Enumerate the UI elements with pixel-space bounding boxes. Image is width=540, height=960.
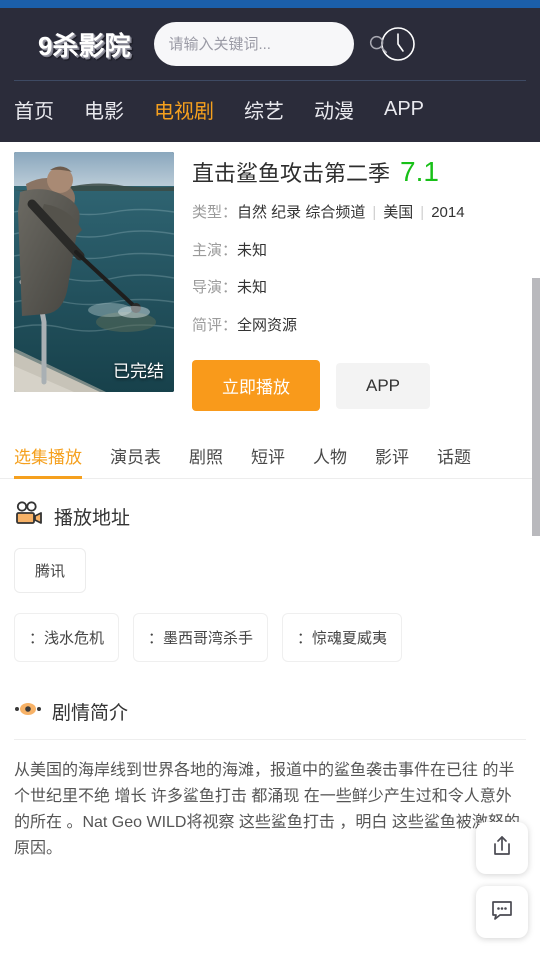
share-icon: [489, 833, 515, 864]
poster-status-badge: 已完结: [113, 362, 164, 381]
nav-item-app[interactable]: APP: [384, 98, 424, 121]
search-input[interactable]: [168, 35, 368, 53]
title-row: 直击鲨鱼攻击第二季 7.1: [192, 156, 526, 188]
episode-item-2[interactable]: ：墨西哥湾杀手: [133, 613, 269, 662]
tab-reviews[interactable]: 影评: [375, 443, 409, 478]
eye-icon: [14, 701, 42, 722]
meta-type-value[interactable]: 自然 纪录 综合频道: [237, 204, 365, 221]
episode-list: ：浅水危机 ：墨西哥湾杀手 ：惊魂夏威夷: [0, 613, 540, 662]
video-camera-icon: [14, 501, 44, 532]
meta-divider-2: |: [420, 204, 425, 221]
play-address-section: 播放地址 腾讯: [0, 479, 540, 593]
scrollbar-track[interactable]: [532, 130, 540, 960]
meta-actor-value: 未知: [237, 241, 268, 259]
app-root: 9杀影院 首页 电影 电视剧 综艺 动漫 APP: [0, 0, 540, 960]
site-logo[interactable]: 9杀影院: [38, 26, 130, 63]
source-list: 腾讯: [14, 548, 526, 593]
main-nav-wrapper: 首页 电影 电视剧 综艺 动漫 APP: [0, 80, 540, 142]
meta-review-value: 全网资源: [237, 316, 298, 334]
meta-type-label: 类型：: [192, 204, 238, 221]
tab-short-reviews[interactable]: 短评: [251, 443, 285, 478]
app-download-button[interactable]: APP: [336, 362, 431, 409]
share-button[interactable]: [476, 822, 528, 874]
page-title: 直击鲨鱼攻击第二季: [192, 161, 391, 186]
detail-info: 直击鲨鱼攻击第二季 7.1 类型：自然 纪录 综合频道 | 美国 | 2014 主演：未…: [192, 152, 526, 411]
poster[interactable]: 已完结: [14, 152, 174, 392]
meta-actor-row: 主演：未知: [192, 238, 526, 264]
rating-score: 7.1: [400, 156, 439, 187]
play-now-button[interactable]: 立即播放: [192, 360, 320, 411]
nav-item-variety[interactable]: 综艺: [244, 95, 284, 124]
episode-item-1[interactable]: ：浅水危机: [14, 613, 120, 662]
nav-item-tv[interactable]: 电视剧: [154, 95, 214, 124]
meta-type-row: 类型：自然 纪录 综合频道 | 美国 | 2014: [192, 200, 526, 226]
detail-tabs: 选集播放 演员表 剧照 短评 人物 影评 话题: [0, 427, 540, 479]
source-chip-tencent[interactable]: 腾讯: [14, 548, 87, 593]
meta-actor-label: 主演：: [192, 241, 238, 259]
meta-director-value: 未知: [237, 279, 268, 296]
tab-episodes[interactable]: 选集播放: [14, 443, 82, 479]
tab-stills[interactable]: 剧照: [189, 443, 223, 478]
synopsis-title: 剧情简介: [52, 703, 129, 724]
action-buttons: 立即播放 APP: [192, 360, 526, 411]
nav-item-movie[interactable]: 电影: [84, 95, 124, 124]
tab-characters[interactable]: 人物: [313, 443, 347, 478]
comment-button[interactable]: [476, 886, 528, 938]
poster-image: [14, 152, 174, 392]
meta-director-label: 导演：: [192, 279, 238, 296]
tab-topics[interactable]: 话题: [437, 443, 471, 478]
status-strip: [0, 0, 540, 8]
synopsis-text: 从美国的海岸线到世界各地的海滩，报道中的鲨鱼袭击事件在已往 的半个世纪里不绝 增…: [14, 762, 520, 857]
comment-icon: [489, 897, 515, 928]
search-icon[interactable]: [367, 33, 389, 55]
meta-review-row: 简评：全网资源: [192, 313, 526, 339]
play-address-header: 播放地址: [14, 501, 526, 532]
scrollbar-thumb[interactable]: [532, 278, 540, 536]
nav-item-home[interactable]: 首页: [14, 95, 54, 124]
detail-block: 已完结 直击鲨鱼攻击第二季 7.1 类型：自然 纪录 综合频道 | 美国 | 2014 …: [0, 142, 540, 417]
synopsis-header: 剧情简介: [14, 698, 526, 725]
meta-review-label: 简评：: [192, 316, 238, 334]
synopsis-section: 剧情简介: [0, 662, 540, 740]
play-address-title: 播放地址: [54, 508, 131, 529]
meta-divider-1: |: [372, 204, 377, 221]
nav-item-anime[interactable]: 动漫: [314, 95, 354, 124]
episode-item-3[interactable]: ：惊魂夏威夷: [282, 613, 403, 662]
meta-director-row: 导演：未知: [192, 275, 526, 301]
site-header: 9杀影院: [0, 8, 540, 80]
main-nav: 首页 电影 电视剧 综艺 动漫 APP: [0, 81, 540, 140]
tab-cast[interactable]: 演员表: [110, 443, 161, 478]
search-box[interactable]: [154, 22, 388, 66]
meta-year[interactable]: 2014: [431, 204, 464, 221]
meta-region[interactable]: 美国: [383, 204, 413, 221]
